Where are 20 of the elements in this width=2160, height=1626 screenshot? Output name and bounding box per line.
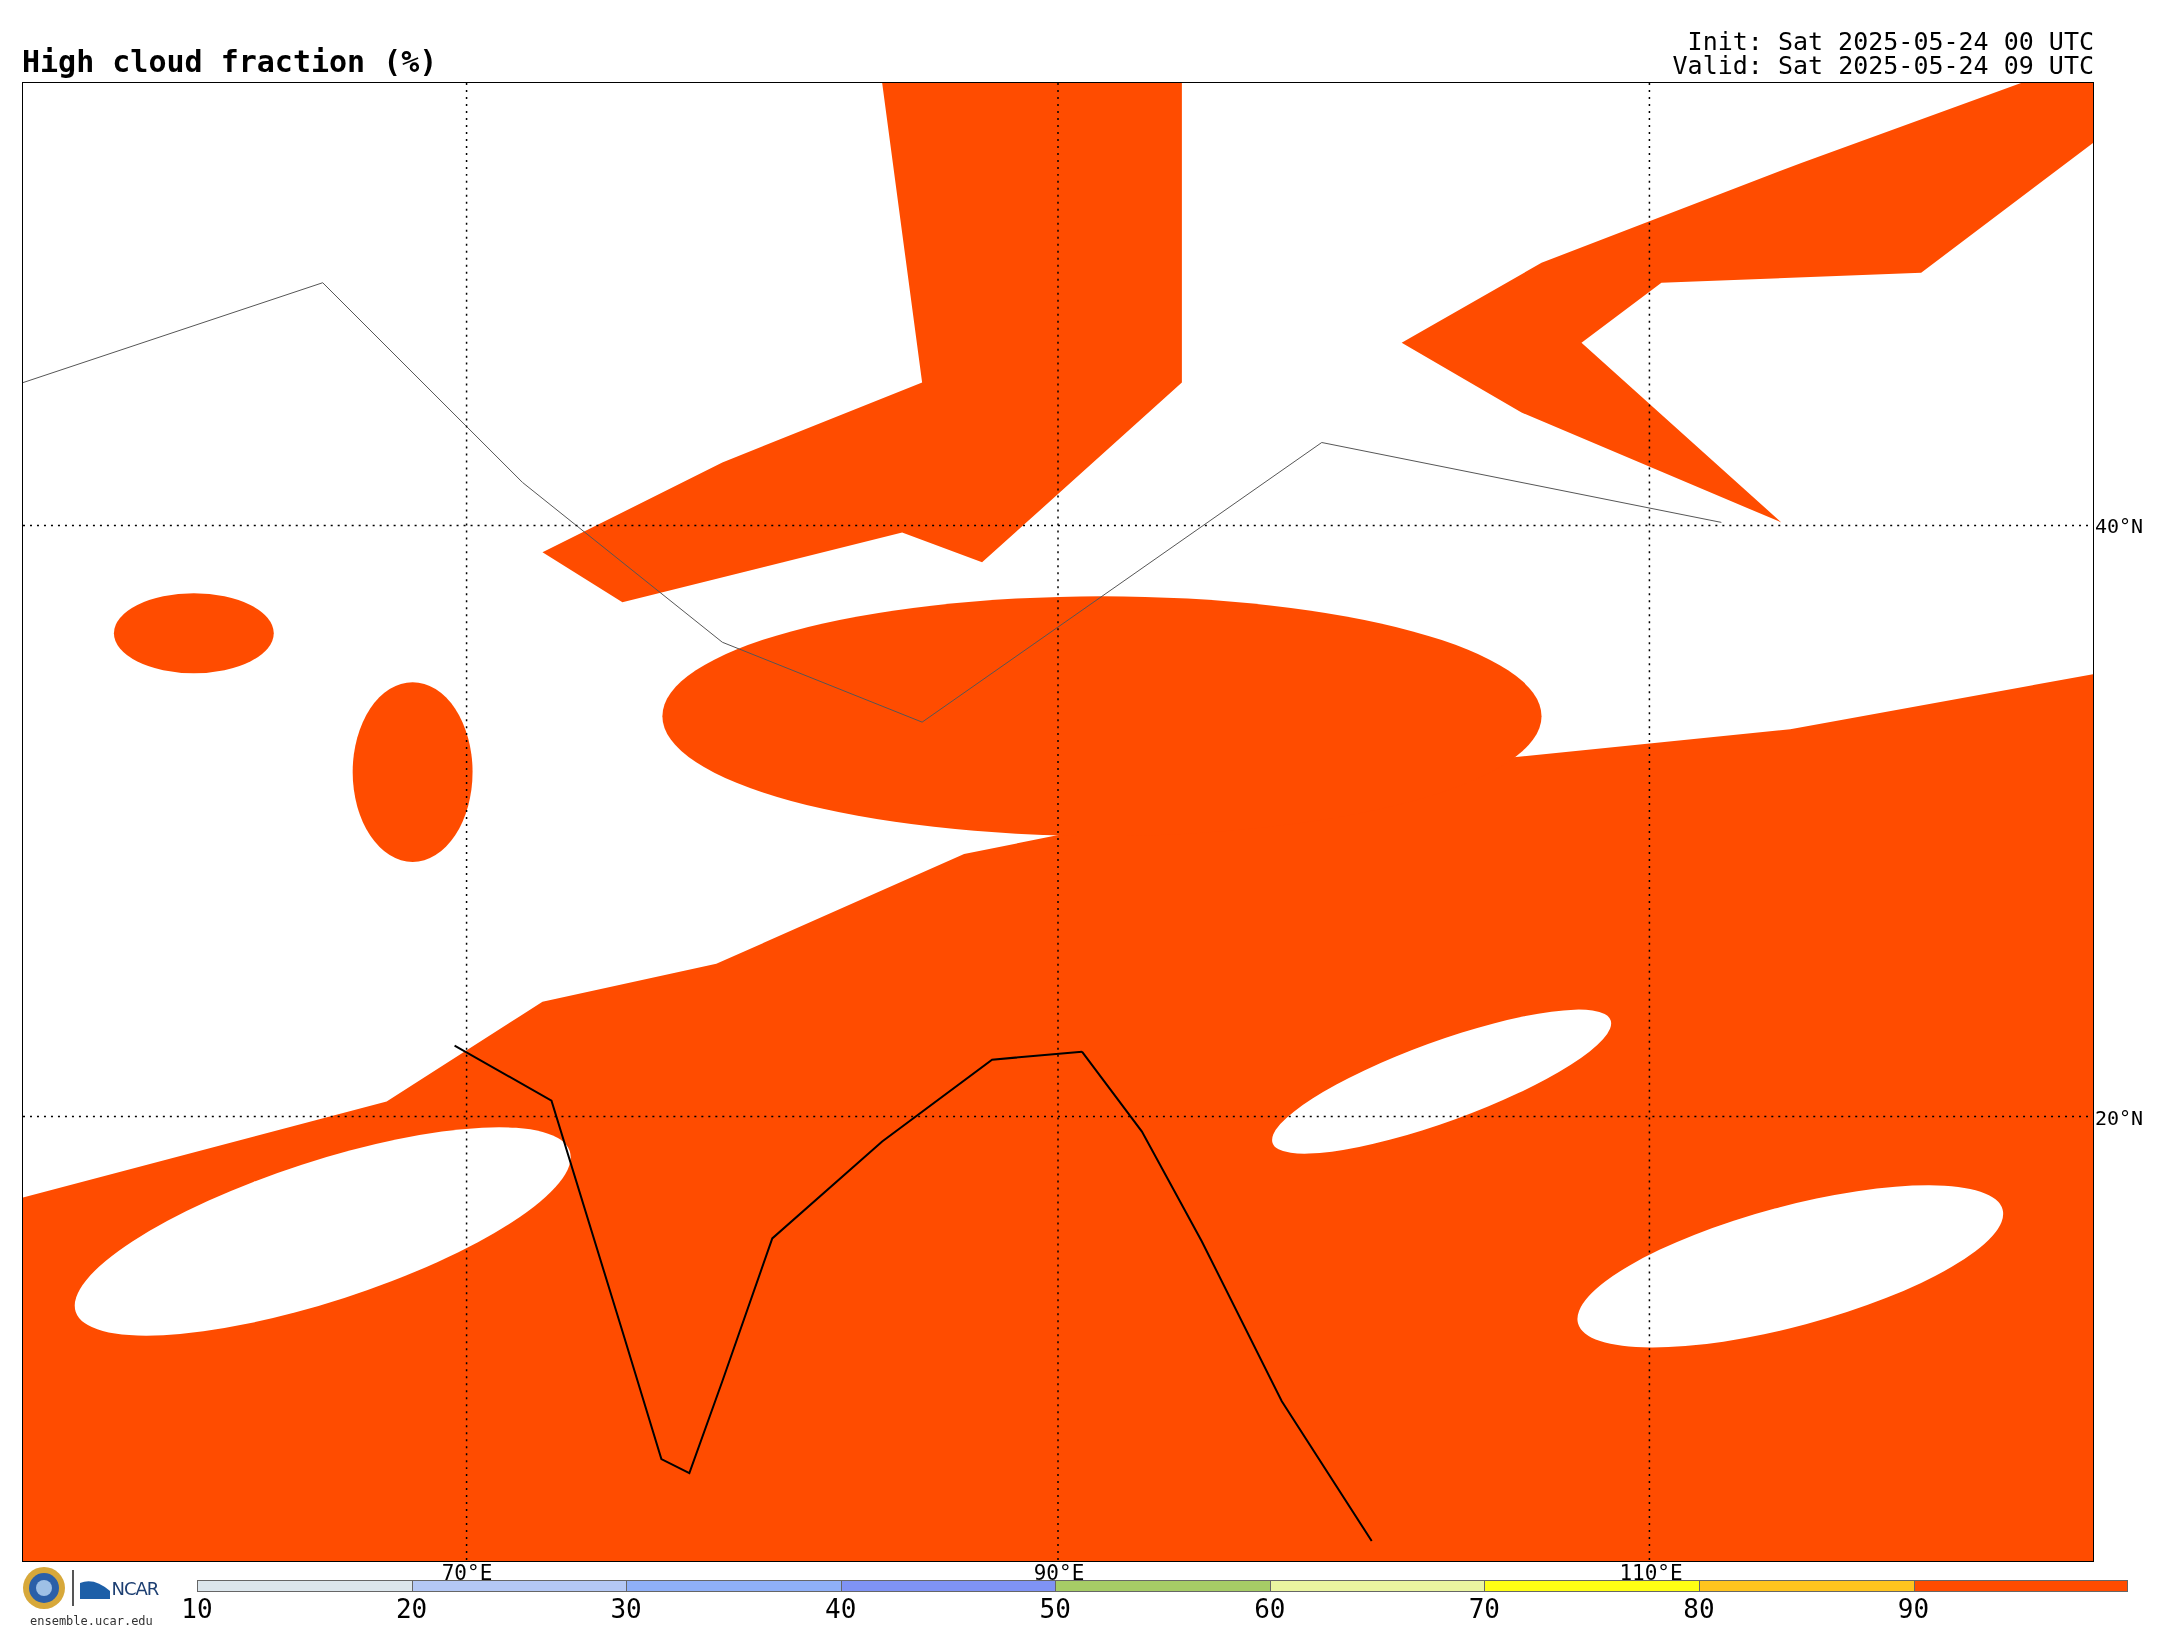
chart-title: High cloud fraction (%): [22, 44, 438, 80]
colorbar-label: 40: [825, 1594, 857, 1624]
colorbar-label: 90: [1897, 1594, 1930, 1624]
logo-wordmark: NCAR: [111, 1577, 159, 1599]
colorbar-label: 10: [181, 1594, 213, 1624]
seal-icon: [22, 1566, 66, 1610]
longitude-label: 90°E: [1033, 1562, 1085, 1584]
colorbar-label: 80: [1683, 1594, 1715, 1624]
init-time: Init: Sat 2025-05-24 00 UTC: [1687, 30, 2094, 54]
latitude-label: 20°N: [2095, 1107, 2144, 1129]
longitude-label: 110°E: [1619, 1562, 1683, 1584]
colorbar-label: 50: [1039, 1594, 1071, 1624]
colorbar-label: 70: [1468, 1594, 1501, 1624]
latitude-label: 40°N: [2095, 515, 2144, 537]
website-url: ensemble.ucar.edu: [30, 1614, 153, 1626]
colorbar-label: 60: [1254, 1594, 1286, 1624]
colorbar-label: 30: [610, 1594, 642, 1624]
colorbar-label: 20: [395, 1594, 428, 1624]
longitude-label: 70°E: [441, 1562, 493, 1584]
valid-time: Valid: Sat 2025-05-24 09 UTC: [1672, 54, 2094, 78]
